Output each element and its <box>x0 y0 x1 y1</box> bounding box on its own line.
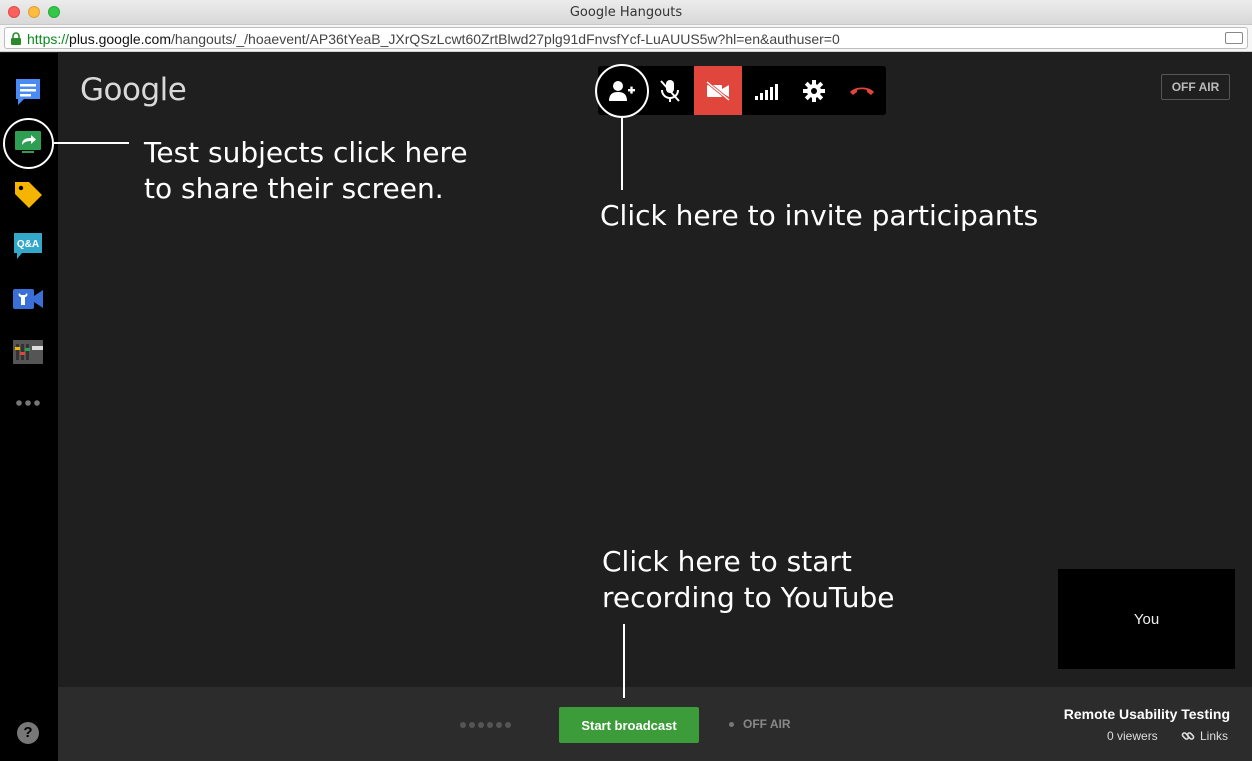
start-broadcast-button[interactable]: Start broadcast <box>559 707 699 743</box>
qa-app-button[interactable]: Q&A <box>10 228 46 264</box>
off-air-badge: OFF AIR <box>1161 74 1230 100</box>
share-annotation-line <box>54 142 129 144</box>
chat-icon <box>16 79 40 105</box>
showcase-app-button[interactable] <box>10 177 46 213</box>
cameraman-app-button[interactable] <box>10 334 46 370</box>
event-title: Remote Usability Testing <box>1063 706 1230 722</box>
browser-window: Google Hangouts https://plus.google.com/… <box>0 0 1252 761</box>
hangup-icon <box>850 87 874 95</box>
window-title: Google Hangouts <box>569 5 683 20</box>
self-view-label: You <box>1133 610 1160 628</box>
tag-icon <box>15 182 42 208</box>
share-annotation-ring <box>3 118 54 169</box>
mixer-icon <box>13 340 43 364</box>
camera-wrench-icon <box>13 289 43 309</box>
record-annotation-pointer-end <box>623 687 625 698</box>
self-view-tile[interactable]: You <box>1058 569 1235 669</box>
help-button[interactable]: ? <box>17 722 39 744</box>
url-host: plus.google.com <box>69 31 171 47</box>
signal-icon <box>755 83 778 100</box>
url-path: /hangouts/_/hoaevent/AP36tYeaB_JXrQSzLcw… <box>170 31 840 47</box>
url-text: https://plus.google.com/hangouts/_/hoaev… <box>27 31 840 47</box>
google-logo: Google <box>80 72 187 108</box>
broadcast-status-label: OFF AIR <box>743 717 791 731</box>
chat-app-button[interactable] <box>10 74 46 110</box>
share-annotation-line2: to share their screen. <box>144 172 444 205</box>
url-field[interactable]: https://plus.google.com/hangouts/_/hoaev… <box>4 27 1248 49</box>
broadcast-status: OFF AIR <box>729 717 791 731</box>
qa-icon: Q&A <box>14 233 42 259</box>
url-scheme: https:// <box>27 31 70 47</box>
camera-toggle-button[interactable] <box>694 66 742 115</box>
qa-label: Q&A <box>17 239 39 250</box>
viewer-count: 0 viewers <box>1107 729 1158 743</box>
more-icon <box>16 400 40 406</box>
camera-off-icon <box>706 80 730 101</box>
links-button[interactable]: Links <box>1181 729 1228 743</box>
loading-dots <box>460 722 511 728</box>
settings-button[interactable] <box>790 66 838 115</box>
title-bar: Google Hangouts <box>0 0 1252 25</box>
record-annotation-line1: Click here to start <box>602 545 852 578</box>
mute-mic-button[interactable] <box>646 66 694 115</box>
hangup-button[interactable] <box>838 66 886 115</box>
control-room-app-button[interactable] <box>10 281 46 317</box>
address-bar: https://plus.google.com/hangouts/_/hoaev… <box>0 25 1252 52</box>
reader-icon[interactable] <box>1225 32 1243 44</box>
links-label: Links <box>1200 729 1229 743</box>
mic-muted-icon <box>660 79 680 102</box>
record-annotation-line2: recording to YouTube <box>602 581 895 614</box>
invite-annotation-ring <box>595 64 649 118</box>
more-apps-button[interactable] <box>10 385 46 421</box>
bandwidth-button[interactable] <box>742 66 790 115</box>
settings-icon <box>803 79 825 102</box>
invite-annotation: Click here to invite participants <box>600 199 1039 232</box>
link-icon <box>1181 732 1195 740</box>
invite-annotation-line <box>621 118 623 190</box>
lock-icon <box>11 32 21 45</box>
share-annotation-line1: Test subjects click here <box>144 136 468 169</box>
